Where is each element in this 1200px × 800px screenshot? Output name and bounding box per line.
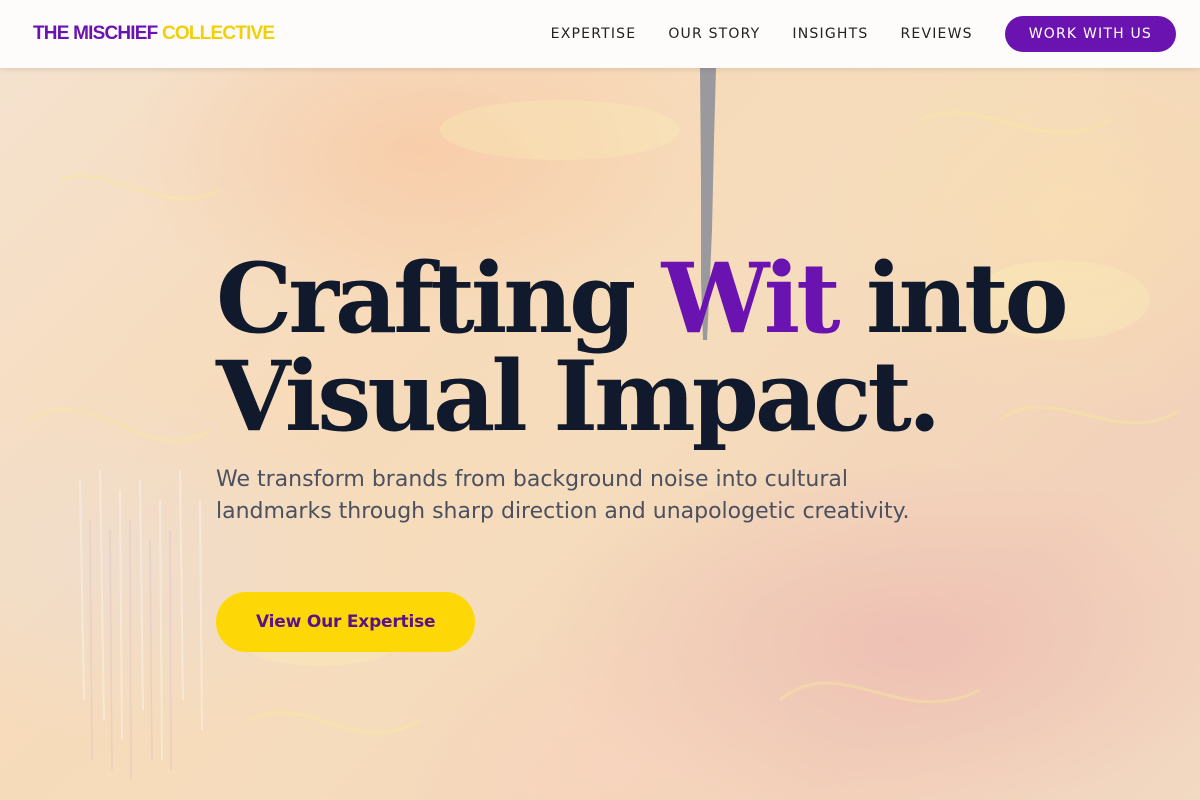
view-expertise-button[interactable]: View Our Expertise [216, 592, 476, 652]
headline-line2: Visual Impact. [216, 340, 941, 453]
nav-link-expertise[interactable]: EXPERTISE [551, 26, 637, 42]
logo-text-primary: THE MISCHIEF [33, 23, 158, 44]
nav-link-our-story[interactable]: OUR STORY [668, 26, 760, 42]
headline-part2: into [836, 242, 1069, 355]
nav-link-reviews[interactable]: REVIEWS [900, 26, 972, 42]
main-nav: EXPERTISE OUR STORY INSIGHTS REVIEWS WOR… [551, 16, 1176, 52]
hero-section: Crafting Wit into Visual Impact. We trans… [216, 250, 1116, 652]
brand-logo[interactable]: THE MISCHIEF COLLECTIVE [33, 22, 275, 46]
hero-headline: Crafting Wit into Visual Impact. [216, 250, 1116, 446]
site-header: THE MISCHIEF COLLECTIVE EXPERTISE OUR ST… [0, 0, 1200, 68]
nav-link-insights[interactable]: INSIGHTS [792, 26, 868, 42]
headline-part1: Crafting [216, 242, 662, 355]
work-with-us-button[interactable]: WORK WITH US [1004, 16, 1176, 52]
hero-subtext: We transform brands from background nois… [216, 467, 910, 524]
headline-accent: Wit [661, 242, 841, 355]
logo-text-accent: COLLECTIVE [161, 23, 275, 44]
